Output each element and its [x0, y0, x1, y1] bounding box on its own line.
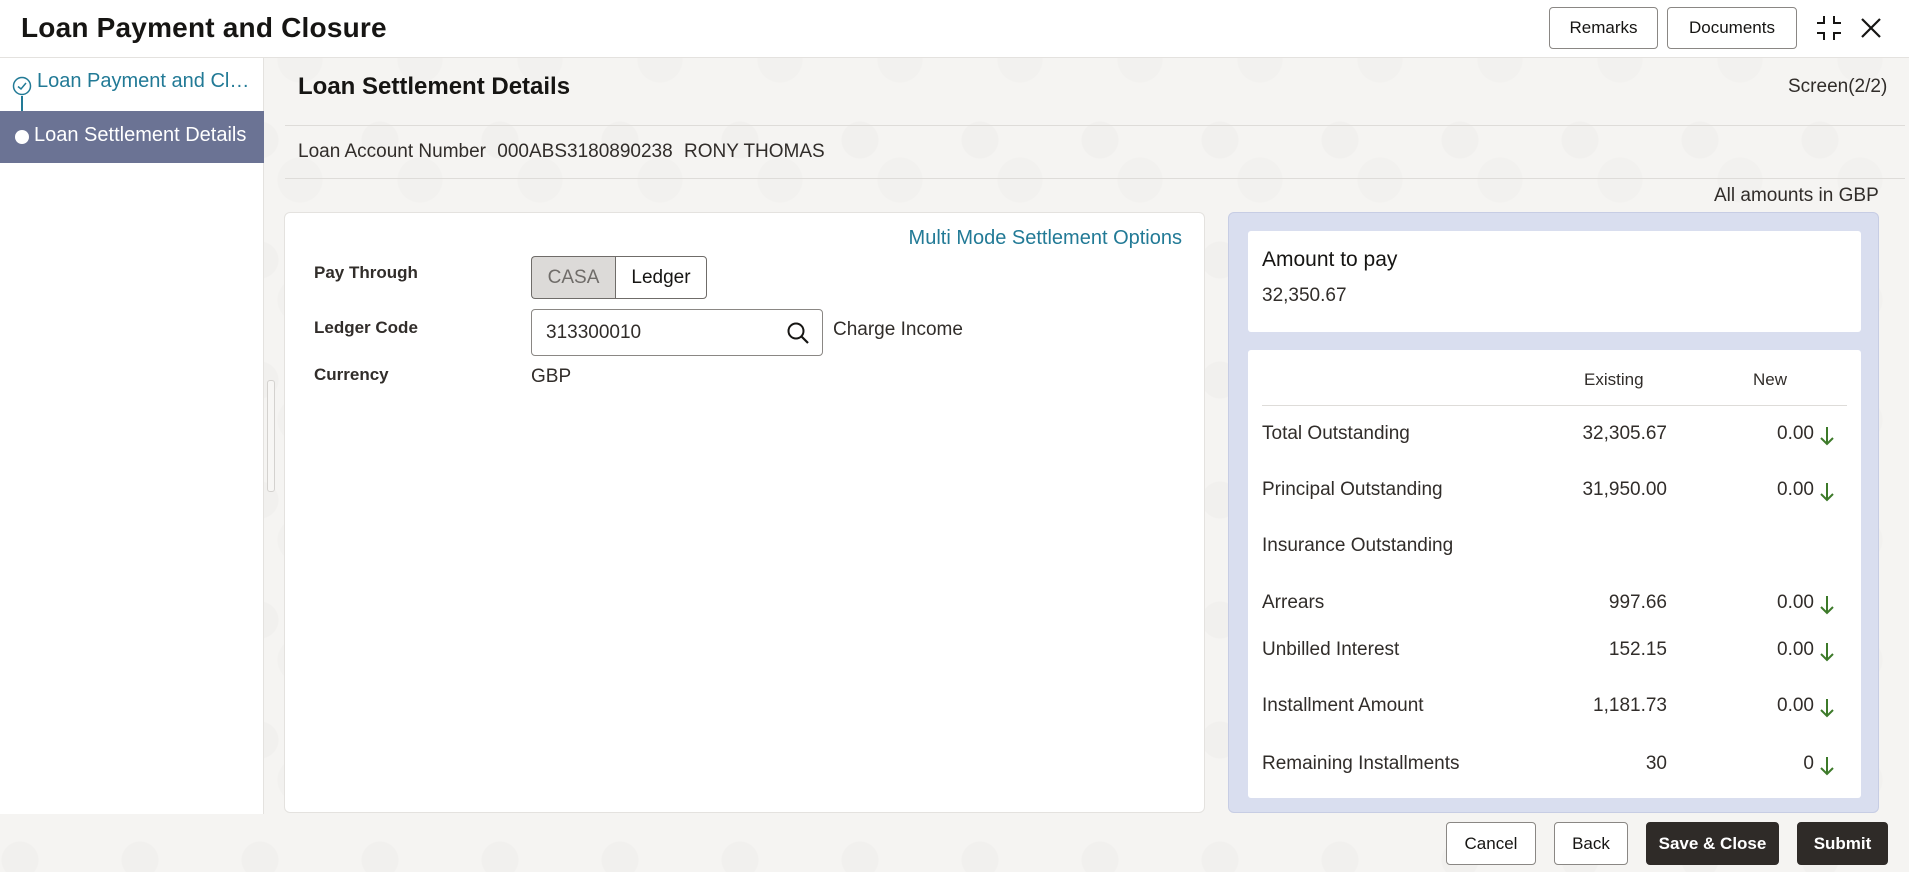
- ledger-code-field: [531, 309, 823, 356]
- row-existing-value: 152.15: [1608, 639, 1667, 660]
- table-row: Unbilled Interest 152.15 0.00: [1262, 639, 1847, 669]
- loan-account-label: Loan Account Number: [298, 141, 487, 162]
- amounts-currency-note: All amounts in GBP: [1714, 185, 1879, 206]
- table-row: Arrears 997.66 0.00: [1262, 592, 1847, 622]
- outstanding-table: Existing New Total Outstanding 32,305.67…: [1248, 350, 1861, 798]
- row-label: Total Outstanding: [1262, 423, 1410, 444]
- row-label: Principal Outstanding: [1262, 479, 1443, 500]
- page-header: Loan Payment and Closure Remarks Documen…: [0, 0, 1909, 58]
- pay-through-label: Pay Through: [314, 263, 418, 282]
- arrow-down-icon[interactable]: [1819, 425, 1835, 447]
- table-row: Insurance Outstanding: [1262, 535, 1847, 565]
- pay-through-option-casa[interactable]: CASA: [531, 256, 615, 299]
- divider: [285, 178, 1905, 179]
- row-new-value: 0.00: [1777, 423, 1814, 444]
- ledger-code-input[interactable]: [546, 321, 786, 344]
- amount-to-pay-label: Amount to pay: [1262, 248, 1398, 271]
- ledger-code-description: Charge Income: [833, 319, 963, 340]
- column-header-new: New: [1753, 370, 1788, 389]
- table-row: Remaining Installments 30 0: [1262, 753, 1847, 783]
- row-new-value: 0.00: [1777, 639, 1814, 660]
- arrow-down-icon[interactable]: [1819, 641, 1835, 663]
- row-existing-value: 1,181.73: [1593, 695, 1667, 716]
- close-icon[interactable]: [1856, 13, 1886, 43]
- loan-account-info: Loan Account Number 000ABS3180890238 RON…: [298, 141, 831, 163]
- table-row: Installment Amount 1,181.73 0.00: [1262, 695, 1847, 725]
- row-existing-value: 32,305.67: [1582, 423, 1667, 444]
- row-label: Remaining Installments: [1262, 753, 1460, 774]
- divider: [285, 125, 1905, 126]
- arrow-down-icon[interactable]: [1819, 697, 1835, 719]
- row-label: Unbilled Interest: [1262, 639, 1400, 660]
- row-new-value: 0.00: [1777, 592, 1814, 613]
- nav-step-label: Loan Payment and Closure: [37, 70, 259, 92]
- back-button[interactable]: Back: [1554, 822, 1628, 865]
- amount-to-pay-value: 32,350.67: [1262, 285, 1347, 306]
- table-row: Principal Outstanding 31,950.00 0.00: [1262, 479, 1847, 509]
- arrow-down-icon[interactable]: [1819, 481, 1835, 503]
- arrow-down-icon[interactable]: [1819, 755, 1835, 777]
- nav-step-label: Loan Settlement Details: [34, 124, 247, 146]
- ledger-code-label: Ledger Code: [314, 318, 418, 337]
- pay-through-option-ledger[interactable]: Ledger: [615, 256, 707, 299]
- settlement-form-card: Multi Mode Settlement Options Pay Throug…: [284, 212, 1205, 813]
- panel-splitter-handle[interactable]: [267, 380, 275, 492]
- row-existing-value: 997.66: [1608, 592, 1667, 613]
- row-existing-value: 30: [1645, 753, 1667, 774]
- nav-step-loan-settlement[interactable]: Loan Settlement Details: [0, 111, 264, 163]
- documents-button[interactable]: Documents: [1667, 7, 1797, 49]
- row-label: Installment Amount: [1262, 695, 1424, 716]
- search-icon[interactable]: [786, 321, 810, 345]
- currency-label: Currency: [314, 365, 389, 384]
- table-row: Total Outstanding 32,305.67 0.00: [1262, 423, 1847, 453]
- pay-through-toggle: CASA Ledger: [531, 256, 707, 299]
- collapse-icon[interactable]: [1814, 13, 1844, 43]
- column-header-existing: Existing: [1584, 370, 1644, 389]
- remarks-button[interactable]: Remarks: [1549, 7, 1658, 49]
- row-new-value: 0: [1803, 753, 1814, 774]
- arrow-down-icon[interactable]: [1819, 594, 1835, 616]
- check-circle-icon: [12, 76, 32, 96]
- cancel-button[interactable]: Cancel: [1446, 822, 1536, 865]
- multi-mode-settlement-link[interactable]: Multi Mode Settlement Options: [909, 227, 1182, 250]
- loan-account-number: 000ABS3180890238: [497, 141, 673, 162]
- settlement-summary-panel: Amount to pay 32,350.67 Existing New Tot…: [1228, 212, 1879, 813]
- save-and-close-button[interactable]: Save & Close: [1646, 822, 1779, 865]
- row-new-value: 0.00: [1777, 695, 1814, 716]
- screen-indicator: Screen(2/2): [1788, 76, 1888, 97]
- nav-step-loan-payment[interactable]: Loan Payment and Closure: [0, 58, 264, 110]
- row-new-value: 0.00: [1777, 479, 1814, 500]
- step-navigation: Loan Payment and Closure Loan Settlement…: [0, 58, 264, 814]
- active-step-dot-icon: [15, 130, 29, 144]
- row-existing-value: 31,950.00: [1582, 479, 1667, 500]
- row-label: Arrears: [1262, 592, 1325, 613]
- section-title: Loan Settlement Details: [298, 73, 571, 100]
- page-title: Loan Payment and Closure: [21, 12, 387, 43]
- row-label: Insurance Outstanding: [1262, 535, 1454, 556]
- customer-name: RONY THOMAS: [683, 141, 825, 162]
- divider: [1262, 405, 1847, 406]
- currency-value: GBP: [531, 366, 572, 387]
- submit-button[interactable]: Submit: [1797, 822, 1888, 865]
- amount-to-pay-card: Amount to pay 32,350.67: [1248, 231, 1861, 332]
